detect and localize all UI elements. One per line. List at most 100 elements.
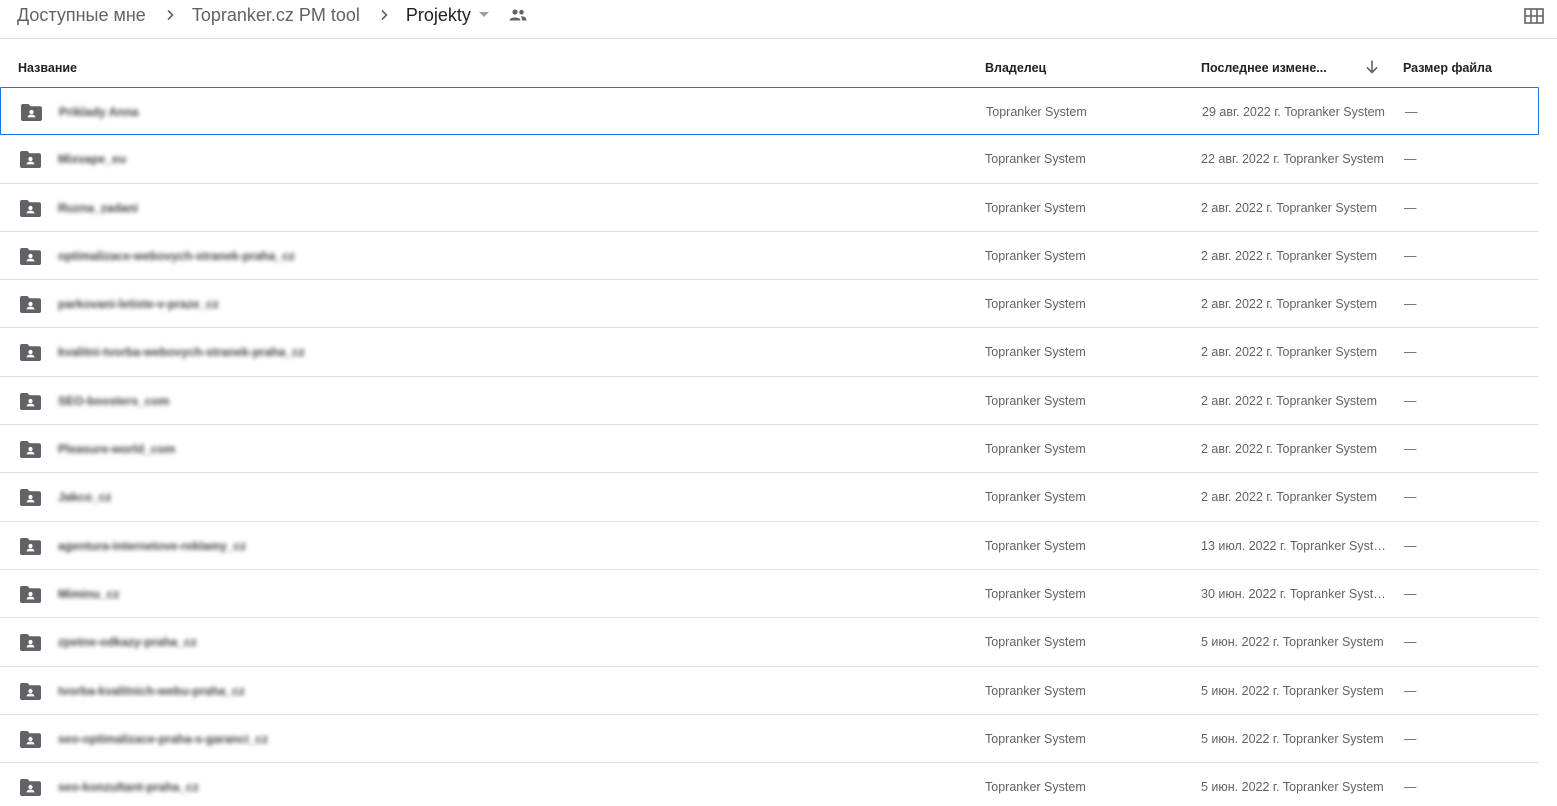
file-last-modified: 30 июн. 2022 г. Topranker System (1201, 586, 1390, 601)
file-last-modified: 2 авг. 2022 г. Topranker System (1201, 345, 1377, 360)
file-owner: Topranker System (985, 152, 1086, 167)
file-size: — (1404, 635, 1417, 650)
shared-folder-icon (20, 585, 41, 603)
file-size: — (1404, 200, 1417, 215)
shared-folder-icon (21, 104, 42, 121)
table-row[interactable]: Ruzna_zadani Topranker System 2 авг. 2022 … (0, 184, 1539, 232)
breadcrumb-topranker-pm-tool[interactable]: Topranker.cz PM tool (192, 5, 360, 26)
breadcrumb: Доступные мне Topranker.cz PM tool Proje… (17, 2, 529, 28)
column-header-modified[interactable]: Последнее измене... (1201, 61, 1327, 75)
shared-folder-icon (20, 199, 41, 217)
file-size: — (1404, 683, 1417, 698)
shared-folder-icon (20, 392, 41, 410)
table-row[interactable]: Jakco_cz Topranker System 2 авг. 2022 г. T… (0, 473, 1539, 522)
file-size: — (1404, 345, 1417, 360)
table-row[interactable]: Mixvape_eu Topranker System 22 авг. 2022 г… (0, 135, 1539, 184)
file-owner: Topranker System (985, 538, 1086, 553)
file-last-modified: 2 авг. 2022 г. Topranker System (1201, 297, 1377, 312)
file-name[interactable]: optimalizace-webovych-stranek-praha_cz (58, 249, 295, 263)
file-name[interactable]: SEO-boosters_com (58, 394, 169, 408)
breadcrumb-shared-with-me[interactable]: Доступные мне (17, 5, 146, 26)
breadcrumb-projekty[interactable]: Projekty (406, 5, 471, 26)
file-size: — (1404, 731, 1417, 746)
people-icon[interactable] (509, 5, 529, 25)
table-row[interactable]: optimalizace-webovych-stranek-praha_cz To… (0, 232, 1539, 281)
file-owner: Topranker System (985, 490, 1086, 505)
file-owner: Topranker System (985, 780, 1086, 795)
arrow-down-icon[interactable] (1364, 59, 1380, 75)
file-name[interactable]: agentura-internetove-reklamy_cz (58, 539, 246, 553)
file-name[interactable]: Priklady Anna (59, 105, 139, 119)
file-last-modified: 2 авг. 2022 г. Topranker System (1201, 248, 1377, 263)
file-owner: Topranker System (985, 635, 1086, 650)
chevron-right-icon (374, 5, 394, 25)
file-name[interactable]: tvorba-kvalitnich-webu-praha_cz (58, 684, 245, 698)
table-row[interactable]: Miminu_cz Topranker System 30 июн. 2022 г.… (0, 570, 1539, 619)
file-owner: Topranker System (985, 345, 1086, 360)
table-row[interactable]: parkovani-letiste-v-praze_cz Topranker Sy… (0, 280, 1539, 329)
shared-folder-icon (20, 634, 41, 652)
top-bar: Доступные мне Topranker.cz PM tool Proje… (0, 0, 1557, 39)
file-name[interactable]: seo-konzultant-praha_cz (58, 780, 199, 794)
table-row[interactable]: agentura-internetove-reklamy_cz Topranker… (0, 522, 1539, 570)
grid-view-icon[interactable] (1522, 4, 1546, 28)
file-size: — (1404, 297, 1417, 312)
file-name[interactable]: zpetne-odkazy-praha_cz (58, 635, 197, 649)
file-name[interactable]: seo-optimalizace-praha-s-garanci_cz (58, 732, 268, 746)
file-size: — (1404, 490, 1417, 505)
column-header-size[interactable]: Размер файла (1403, 61, 1492, 75)
file-last-modified: 2 авг. 2022 г. Topranker System (1201, 490, 1377, 505)
table-row[interactable]: zpetne-odkazy-praha_cz Topranker System 5 … (0, 618, 1539, 667)
file-owner: Topranker System (985, 200, 1086, 215)
file-name[interactable]: Jakco_cz (58, 490, 111, 504)
file-owner: Topranker System (986, 105, 1087, 119)
shared-folder-icon (20, 344, 41, 362)
file-last-modified: 29 авг. 2022 г. Topranker System (1202, 105, 1385, 119)
table-row[interactable]: seo-konzultant-praha_cz Topranker System 5… (0, 763, 1539, 806)
file-last-modified: 5 июн. 2022 г. Topranker System (1201, 731, 1384, 746)
file-list: Priklady Anna Topranker System 29 авг. 202… (0, 87, 1539, 806)
file-size: — (1404, 152, 1417, 167)
file-size: — (1404, 442, 1417, 457)
shared-folder-icon (20, 247, 41, 265)
caret-down-icon[interactable] (477, 8, 491, 22)
table-row[interactable]: tvorba-kvalitnich-webu-praha_cz Topranker… (0, 667, 1539, 715)
file-size: — (1404, 780, 1417, 795)
file-size: — (1404, 538, 1417, 553)
file-last-modified: 13 июл. 2022 г. Topranker System (1201, 538, 1390, 553)
shared-folder-icon (20, 730, 41, 748)
file-owner: Topranker System (985, 248, 1086, 263)
file-name[interactable]: Pleasure-world_com (58, 442, 175, 456)
file-owner: Topranker System (985, 731, 1086, 746)
shared-folder-icon (20, 779, 41, 797)
shared-folder-icon (20, 682, 41, 700)
file-name[interactable]: Ruzna_zadani (58, 201, 138, 215)
file-name[interactable]: parkovani-letiste-v-praze_cz (58, 297, 219, 311)
file-name[interactable]: Miminu_cz (58, 587, 119, 601)
file-last-modified: 5 июн. 2022 г. Topranker System (1201, 683, 1384, 698)
shared-folder-icon (20, 489, 41, 507)
file-last-modified: 5 июн. 2022 г. Topranker System (1201, 635, 1384, 650)
column-header-owner[interactable]: Владелец (985, 61, 1046, 75)
table-row[interactable]: Priklady Anna Topranker System 29 авг. 202… (0, 87, 1539, 136)
file-owner: Topranker System (985, 586, 1086, 601)
file-last-modified: 2 авг. 2022 г. Topranker System (1201, 442, 1377, 457)
file-owner: Topranker System (985, 393, 1086, 408)
file-size: — (1405, 105, 1418, 119)
shared-folder-icon (20, 296, 41, 314)
shared-folder-icon (20, 537, 41, 555)
file-last-modified: 22 авг. 2022 г. Topranker System (1201, 152, 1384, 167)
chevron-right-icon (160, 5, 180, 25)
file-owner: Topranker System (985, 683, 1086, 698)
table-row[interactable]: Pleasure-world_com Topranker System 2 авг.… (0, 425, 1539, 474)
column-header-row: Название Владелец Последнее измене... Ра… (0, 48, 1557, 86)
file-size: — (1404, 393, 1417, 408)
table-row[interactable]: kvalitni-tvorba-webovych-stranek-praha_c… (0, 328, 1539, 377)
table-row[interactable]: SEO-boosters_com Topranker System 2 авг. 2… (0, 377, 1539, 426)
file-size: — (1404, 586, 1417, 601)
file-name[interactable]: Mixvape_eu (58, 152, 126, 166)
table-row[interactable]: seo-optimalizace-praha-s-garanci_cz Topra… (0, 715, 1539, 764)
file-name[interactable]: kvalitni-tvorba-webovych-stranek-praha_c… (58, 345, 305, 359)
file-owner: Topranker System (985, 297, 1086, 312)
column-header-name[interactable]: Название (18, 61, 77, 75)
